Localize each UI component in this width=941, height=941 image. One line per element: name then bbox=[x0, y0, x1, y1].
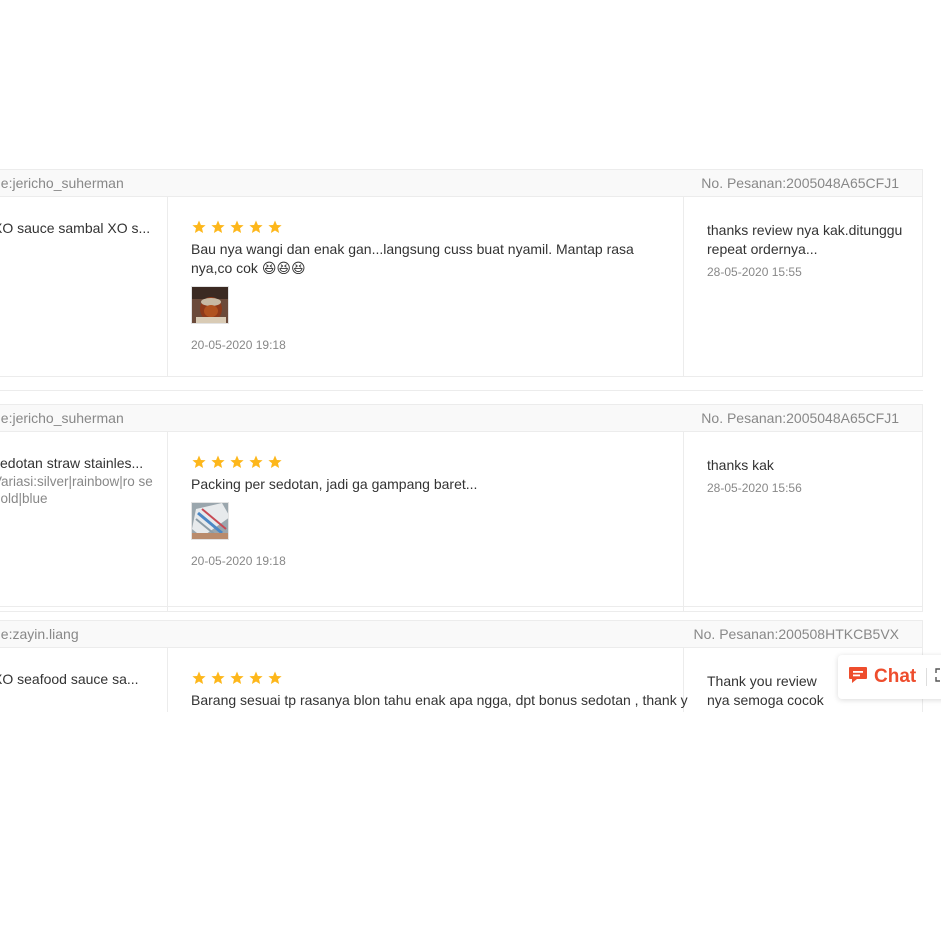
reply-date: 28-05-2020 15:56 bbox=[707, 481, 802, 495]
reply-cell: thanks kak 28-05-2020 15:56 bbox=[684, 432, 922, 611]
star-icon bbox=[210, 219, 226, 235]
review-card: ne:jericho_suherman No. Pesanan:2005048A… bbox=[0, 404, 923, 612]
star-icon bbox=[267, 219, 283, 235]
star-icon bbox=[248, 454, 264, 470]
star-icon bbox=[229, 454, 245, 470]
review-date: 20-05-2020 19:18 bbox=[191, 338, 286, 352]
star-icon bbox=[267, 454, 283, 470]
star-icon bbox=[229, 670, 245, 686]
chat-label: Chat bbox=[874, 666, 917, 687]
seller-reply-text: thanks kak bbox=[707, 457, 774, 473]
product-cell: sedotan straw stainles... Variasi:silver… bbox=[0, 432, 168, 611]
review-card: ne:jericho_suherman No. Pesanan:2005048A… bbox=[0, 169, 923, 377]
review-card-header: ne:jericho_suherman No. Pesanan:2005048A… bbox=[0, 405, 922, 432]
seller-reply-text: Thank you review nya semoga cocok ya :) bbox=[707, 673, 824, 712]
expand-icon[interactable] bbox=[927, 667, 941, 687]
buyer-username[interactable]: ne:jericho_suherman bbox=[0, 175, 124, 191]
review-card-header: ne:jericho_suherman No. Pesanan:2005048A… bbox=[0, 170, 922, 197]
chat-bubble-icon bbox=[848, 666, 868, 689]
product-cell: XO seafood sauce sa... bbox=[0, 648, 168, 712]
review-cell: Packing per sedotan, jadi ga gampang bar… bbox=[168, 432, 684, 611]
rating-stars bbox=[191, 219, 661, 235]
review-text: Packing per sedotan, jadi ga gampang bar… bbox=[191, 476, 478, 492]
reply-cell: thanks review nya kak.ditunggu repeat or… bbox=[684, 197, 922, 376]
product-cell: XO sauce sambal XO s... bbox=[0, 197, 168, 376]
product-name[interactable]: XO seafood sauce sa... bbox=[0, 671, 153, 687]
divider bbox=[0, 606, 923, 607]
review-date: 20-05-2020 19:18 bbox=[191, 554, 286, 568]
buyer-username[interactable]: ne:zayin.liang bbox=[0, 626, 79, 642]
order-number[interactable]: No. Pesanan:200508HTKCB5VX bbox=[694, 626, 899, 642]
star-icon bbox=[210, 454, 226, 470]
product-name[interactable]: sedotan straw stainles... bbox=[0, 455, 153, 471]
review-cell: Bau nya wangi dan enak gan...langsung cu… bbox=[168, 197, 684, 376]
review-list: ne:jericho_suherman No. Pesanan:2005048A… bbox=[0, 0, 941, 712]
product-name[interactable]: XO sauce sambal XO s... bbox=[0, 220, 153, 236]
review-text: Barang sesuai tp rasanya blon tahu enak … bbox=[191, 692, 688, 708]
star-icon bbox=[191, 670, 207, 686]
star-icon bbox=[229, 219, 245, 235]
star-icon bbox=[191, 454, 207, 470]
seller-reply-text: thanks review nya kak.ditunggu repeat or… bbox=[707, 222, 903, 257]
star-icon bbox=[210, 670, 226, 686]
order-number[interactable]: No. Pesanan:2005048A65CFJ1 bbox=[701, 410, 899, 426]
star-icon bbox=[248, 670, 264, 686]
rating-stars bbox=[191, 454, 661, 470]
reply-date: 28-05-2020 15:55 bbox=[707, 265, 802, 279]
review-photo[interactable] bbox=[191, 502, 229, 540]
star-icon bbox=[191, 219, 207, 235]
review-card: ne:zayin.liang No. Pesanan:200508HTKCB5V… bbox=[0, 620, 923, 712]
divider bbox=[0, 390, 923, 391]
rating-stars bbox=[191, 670, 661, 686]
review-card-header: ne:zayin.liang No. Pesanan:200508HTKCB5V… bbox=[0, 621, 922, 648]
chat-button[interactable]: Chat bbox=[838, 655, 941, 699]
star-icon bbox=[248, 219, 264, 235]
order-number[interactable]: No. Pesanan:2005048A65CFJ1 bbox=[701, 175, 899, 191]
review-text: Bau nya wangi dan enak gan...langsung cu… bbox=[191, 241, 634, 276]
review-photo[interactable] bbox=[191, 286, 229, 324]
buyer-username[interactable]: ne:jericho_suherman bbox=[0, 410, 124, 426]
star-icon bbox=[267, 670, 283, 686]
product-variation: Variasi:silver|rainbow|ro se gold|blue bbox=[0, 474, 153, 506]
review-cell: Barang sesuai tp rasanya blon tahu enak … bbox=[168, 648, 688, 712]
